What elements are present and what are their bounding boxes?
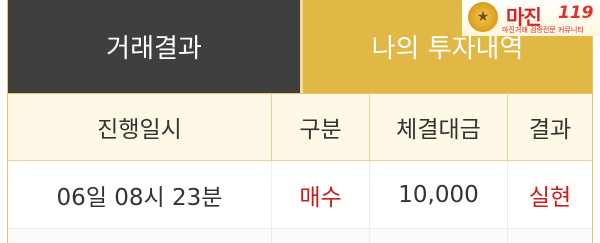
column-header-amount: 체결대금 — [370, 94, 508, 160]
cell-amount: 10,000 — [370, 161, 508, 228]
cell-empty — [8, 229, 272, 243]
table-row: 06일 08시 23분 매수 10,000 실현 — [8, 161, 592, 229]
column-header-time: 진행일시 — [8, 94, 272, 160]
table-header: 진행일시 구분 체결대금 결과 — [8, 93, 592, 161]
cell-empty — [370, 229, 508, 243]
cell-empty — [508, 229, 592, 243]
emblem-icon: ★ — [468, 2, 498, 32]
trade-panel: 거래결과 나의 투자내역 진행일시 구분 체결대금 결과 06일 08시 23분… — [7, 0, 593, 243]
tab-trade-results-label: 거래결과 — [106, 34, 202, 64]
cell-time: 06일 08시 23분 — [8, 161, 272, 228]
watermark-logo: ★ 마진 119 마진거래 검증전문 커뮤니티 — [462, 0, 600, 36]
table-row-partial — [8, 229, 592, 243]
tab-trade-results[interactable]: 거래결과 — [8, 0, 300, 93]
logo-number: 119 — [558, 3, 594, 23]
column-header-result: 결과 — [528, 117, 572, 143]
cell-result: 실현 — [528, 184, 572, 211]
cell-type: 매수 — [272, 161, 370, 228]
column-header-type: 구분 — [272, 94, 370, 160]
cell-empty — [272, 229, 370, 243]
logo-tagline: 마진거래 검증전문 커뮤니티 — [502, 26, 584, 34]
